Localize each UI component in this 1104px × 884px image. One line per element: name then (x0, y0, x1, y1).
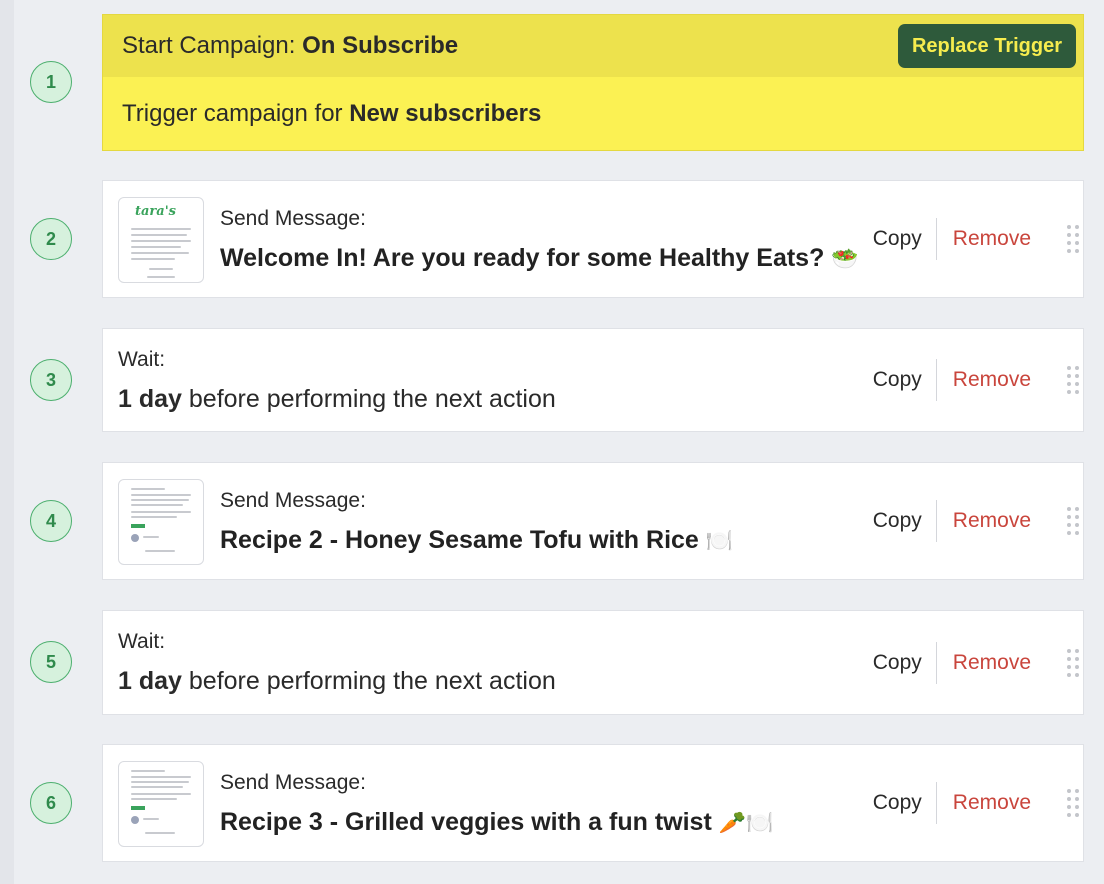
step-number-6: 6 (30, 782, 72, 824)
email-thumbnail[interactable] (118, 479, 204, 565)
drag-handle-icon[interactable] (1063, 364, 1083, 396)
step-actions: Copy Remove (873, 463, 1083, 579)
email-thumbnail[interactable]: tara's (118, 197, 204, 283)
copy-button[interactable]: Copy (873, 500, 937, 542)
wait-duration: 1 day (118, 385, 182, 413)
wait-duration: 1 day (118, 667, 182, 695)
step-number-3: 3 (30, 359, 72, 401)
wait-description: 1 day before performing the next action (118, 385, 556, 413)
step-type-label: Send Message: (220, 207, 366, 230)
remove-button[interactable]: Remove (937, 359, 1063, 401)
trigger-audience: New subscribers (349, 100, 542, 127)
step-card-send-message[interactable]: tara's Send Message: Welcome In! Are you… (102, 180, 1084, 298)
remove-button[interactable]: Remove (937, 782, 1063, 824)
drag-handle-icon[interactable] (1063, 223, 1083, 255)
drag-handle-icon[interactable] (1063, 505, 1083, 537)
trigger-body-prefix: Trigger campaign for (122, 100, 350, 127)
email-thumbnail[interactable] (118, 761, 204, 847)
remove-button[interactable]: Remove (937, 218, 1063, 260)
trigger-prefix: Start Campaign: (122, 32, 303, 59)
trigger-name: On Subscribe (302, 32, 459, 59)
step-card-wait[interactable]: Wait: 1 day before performing the next a… (102, 328, 1084, 432)
step-card-send-message[interactable]: Send Message: Recipe 2 - Honey Sesame To… (102, 462, 1084, 580)
remove-button[interactable]: Remove (937, 500, 1063, 542)
plate-emoji-icon: 🍽️ (705, 529, 734, 554)
left-rail (0, 0, 14, 884)
salad-emoji-icon: 🥗 (831, 247, 859, 272)
step-actions: Copy Remove (873, 329, 1083, 431)
wait-description: 1 day before performing the next action (118, 667, 556, 695)
step-number-5: 5 (30, 641, 72, 683)
step-actions: Copy Remove (873, 611, 1083, 714)
remove-button[interactable]: Remove (937, 642, 1063, 684)
step-actions: Copy Remove (873, 745, 1083, 861)
message-title: Recipe 3 - Grilled veggies with a fun tw… (220, 808, 774, 836)
step-card-wait[interactable]: Wait: 1 day before performing the next a… (102, 610, 1084, 715)
message-title: Recipe 2 - Honey Sesame Tofu with Rice 🍽… (220, 526, 734, 554)
step-number-4: 4 (30, 500, 72, 542)
trigger-card: Start Campaign: On Subscribe Replace Tri… (102, 14, 1084, 151)
step-number-1: 1 (30, 61, 72, 103)
drag-handle-icon[interactable] (1063, 647, 1083, 679)
trigger-body: Trigger campaign for New subscribers (103, 77, 1083, 151)
step-number-2: 2 (30, 218, 72, 260)
carrot-plate-emoji-icon: 🥕🍽️ (718, 811, 774, 836)
step-type-label: Send Message: (220, 771, 366, 794)
step-card-send-message[interactable]: Send Message: Recipe 3 - Grilled veggies… (102, 744, 1084, 862)
message-title: Welcome In! Are you ready for some Healt… (220, 244, 859, 272)
step-type-label: Wait: (118, 348, 166, 371)
step-actions: Copy Remove (873, 181, 1083, 297)
drag-handle-icon[interactable] (1063, 787, 1083, 819)
step-type-label: Send Message: (220, 489, 366, 512)
copy-button[interactable]: Copy (873, 218, 937, 260)
copy-button[interactable]: Copy (873, 641, 937, 684)
replace-trigger-button[interactable]: Replace Trigger (897, 24, 1076, 68)
copy-button[interactable]: Copy (873, 782, 937, 824)
step-type-label: Wait: (118, 630, 166, 653)
copy-button[interactable]: Copy (873, 359, 937, 401)
